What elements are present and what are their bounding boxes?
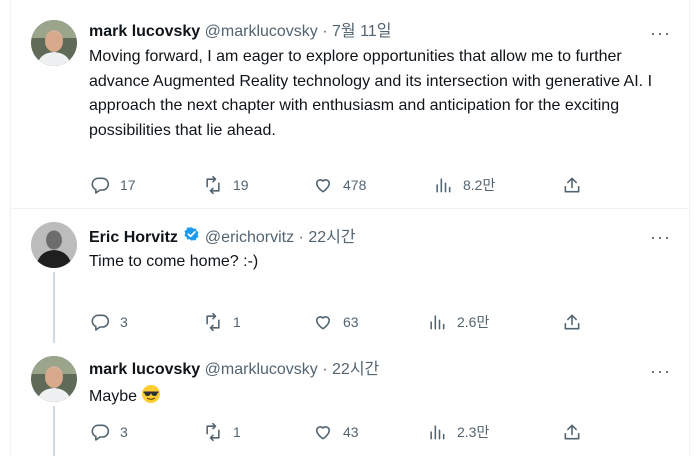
reply-icon xyxy=(91,314,110,331)
like-count: 43 xyxy=(343,424,359,440)
retweet-count: 1 xyxy=(233,314,241,330)
heart-icon xyxy=(315,179,331,193)
thread-line xyxy=(53,406,55,456)
share-button[interactable] xyxy=(562,421,582,443)
share-icon xyxy=(564,314,580,330)
tweet-text: Maybe xyxy=(89,388,138,405)
heart-icon xyxy=(315,426,331,440)
views-button[interactable]: 8.2만 xyxy=(433,174,495,196)
action-bar: 17 19 478 8.2만 xyxy=(89,174,580,196)
tweet[interactable]: mark lucovsky @marklucovsky · 22시간 ··· M… xyxy=(11,343,689,456)
share-button[interactable] xyxy=(562,311,582,333)
like-button[interactable]: 478 xyxy=(313,174,366,196)
tweet[interactable]: Eric Horvitz @erichorvitz · 22시간 ··· Time… xyxy=(11,209,689,343)
sunglasses-emoji-icon xyxy=(142,385,161,403)
reply-button[interactable]: 3 xyxy=(90,421,128,443)
view-count: 8.2만 xyxy=(463,177,496,193)
share-icon xyxy=(564,177,580,193)
reply-count: 17 xyxy=(120,177,136,193)
tweet-text-row: Maybe xyxy=(89,384,667,410)
analytics-icon xyxy=(436,178,451,193)
share-icon xyxy=(564,424,580,440)
avatar[interactable] xyxy=(31,356,77,402)
avatar[interactable] xyxy=(31,222,77,268)
like-button[interactable]: 43 xyxy=(313,421,359,443)
views-button[interactable]: 2.3만 xyxy=(427,421,489,443)
tweet-text: Moving forward, I am eager to explore op… xyxy=(89,48,653,139)
heart-icon xyxy=(315,316,331,330)
separator-dot: · xyxy=(298,229,304,246)
display-name[interactable]: mark lucovsky xyxy=(89,23,200,40)
analytics-icon xyxy=(430,425,445,440)
views-button[interactable]: 2.6만 xyxy=(427,311,489,333)
timestamp[interactable]: 7월 11일 xyxy=(332,23,391,40)
timestamp[interactable]: 22시간 xyxy=(332,361,379,378)
reply-button[interactable]: 17 xyxy=(90,174,136,196)
thread-line xyxy=(53,272,55,343)
timeline: mark lucovsky @marklucovsky · 7월 11일 ···… xyxy=(10,0,690,456)
retweet-icon xyxy=(206,422,220,442)
retweet-icon xyxy=(206,312,220,332)
separator-dot: · xyxy=(322,23,328,40)
retweet-icon xyxy=(206,175,220,195)
tweet-header: mark lucovsky @marklucovsky · 22시간 xyxy=(89,360,379,380)
retweet-button[interactable]: 1 xyxy=(203,421,241,443)
more-options-icon[interactable]: ··· xyxy=(650,362,671,380)
like-count: 478 xyxy=(343,177,367,193)
user-handle[interactable]: @marklucovsky xyxy=(205,361,318,378)
separator-dot: · xyxy=(322,361,328,378)
tweet-header: mark lucovsky @marklucovsky · 7월 11일 xyxy=(89,22,391,42)
retweet-count: 1 xyxy=(233,424,241,440)
user-handle[interactable]: @marklucovsky xyxy=(205,23,318,40)
retweet-button[interactable]: 1 xyxy=(203,311,241,333)
tweet-text: Time to come home? :-) xyxy=(89,253,259,270)
reply-count: 3 xyxy=(120,424,128,440)
analytics-icon xyxy=(430,315,445,330)
view-count: 2.6만 xyxy=(457,314,490,330)
display-name[interactable]: mark lucovsky xyxy=(89,361,200,378)
reply-icon xyxy=(91,424,110,441)
verified-badge-icon[interactable] xyxy=(182,226,201,245)
like-button[interactable]: 63 xyxy=(313,311,359,333)
timestamp[interactable]: 22시간 xyxy=(308,229,355,246)
more-options-icon[interactable]: ··· xyxy=(650,24,671,42)
share-button[interactable] xyxy=(562,174,582,196)
action-bar: 3 1 63 2.6만 xyxy=(89,311,580,333)
like-count: 63 xyxy=(343,314,359,330)
tweet-header: Eric Horvitz @erichorvitz · 22시간 xyxy=(89,226,356,248)
reply-icon xyxy=(91,177,110,194)
reply-count: 3 xyxy=(120,314,128,330)
tweet[interactable]: mark lucovsky @marklucovsky · 7월 11일 ···… xyxy=(11,0,689,209)
more-options-icon[interactable]: ··· xyxy=(650,228,671,246)
view-count: 2.3만 xyxy=(457,424,490,440)
action-bar: 3 1 43 2.3만 xyxy=(89,421,580,443)
reply-button[interactable]: 3 xyxy=(90,311,128,333)
retweet-count: 19 xyxy=(233,177,249,193)
avatar[interactable] xyxy=(31,20,77,66)
retweet-button[interactable]: 19 xyxy=(203,174,249,196)
display-name[interactable]: Eric Horvitz xyxy=(89,229,178,246)
user-handle[interactable]: @erichorvitz xyxy=(205,229,294,246)
